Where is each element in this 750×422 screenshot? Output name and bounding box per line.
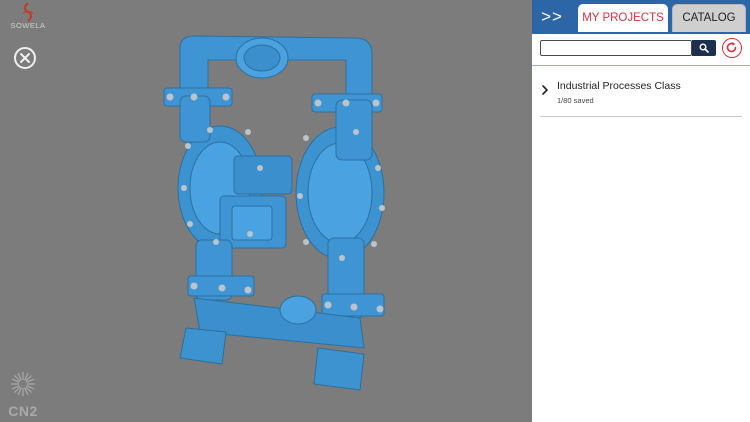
cn2-burst-icon bbox=[11, 372, 35, 396]
brand-top-text: SOWELA bbox=[10, 21, 46, 30]
header-divider bbox=[532, 65, 750, 66]
refresh-icon bbox=[726, 42, 737, 53]
search-button[interactable] bbox=[692, 40, 716, 56]
close-icon bbox=[20, 53, 30, 63]
panel-header: >> MY PROJECTS CATALOG bbox=[532, 0, 750, 34]
cn2-logo: CN2 bbox=[6, 370, 40, 419]
3d-viewport[interactable]: SOWELA CN2 bbox=[0, 0, 532, 422]
sowela-emblem-icon bbox=[22, 2, 34, 22]
pump-3d-model[interactable] bbox=[150, 28, 410, 398]
project-name: Industrial Processes Class bbox=[557, 80, 681, 92]
sowela-logo: SOWELA bbox=[4, 2, 52, 38]
collapse-panel-button[interactable]: >> bbox=[536, 6, 568, 28]
projects-panel: >> MY PROJECTS CATALOG Industrial Proces… bbox=[532, 0, 750, 422]
chevron-right-icon bbox=[542, 85, 548, 95]
search-bar bbox=[540, 40, 716, 56]
tab-catalog[interactable]: CATALOG bbox=[672, 4, 746, 32]
tab-my-projects[interactable]: MY PROJECTS bbox=[578, 4, 668, 32]
search-icon bbox=[699, 43, 709, 53]
refresh-button[interactable] bbox=[722, 38, 742, 58]
project-list-item[interactable]: Industrial Processes Class 1/80 saved bbox=[540, 74, 742, 117]
project-saved-count: 1/80 saved bbox=[557, 96, 594, 105]
close-button[interactable] bbox=[14, 47, 36, 69]
brand-bottom-text: CN2 bbox=[8, 403, 38, 419]
search-input[interactable] bbox=[540, 40, 692, 56]
